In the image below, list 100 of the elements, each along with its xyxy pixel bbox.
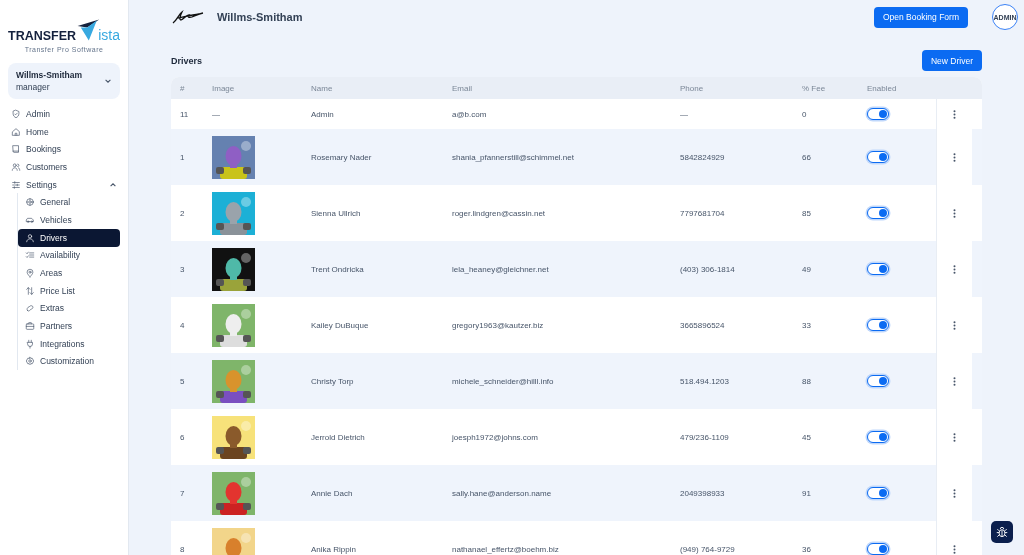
table-cell-text: 49 xyxy=(802,264,812,274)
table-cell-text: 66 xyxy=(802,152,812,162)
map-pin-icon xyxy=(25,268,35,279)
column-header: Image xyxy=(212,83,236,93)
account-switcher[interactable]: Willms-Smitham manager xyxy=(8,63,120,99)
user-icon xyxy=(25,232,35,243)
table-cell: — xyxy=(212,109,220,119)
table-cell-text: Christy Torp xyxy=(311,376,355,386)
nav-item[interactable]: Drivers xyxy=(18,228,120,247)
brand-suffix: ista xyxy=(98,28,120,42)
table-cell-text: 2 xyxy=(179,208,186,218)
table-cell-text: 2049398933 xyxy=(680,488,726,498)
brand-name: TRANSFER xyxy=(8,29,77,42)
column-header: Name xyxy=(311,83,334,93)
toggle-switch[interactable] xyxy=(867,431,889,444)
plug-icon xyxy=(25,338,35,349)
nav-item[interactable]: Vehicles xyxy=(18,211,120,229)
chevron-up-icon xyxy=(109,180,117,189)
new-driver-button[interactable]: New Driver xyxy=(921,50,982,72)
column-header: Phone xyxy=(680,83,705,93)
sliders-icon xyxy=(11,179,21,190)
bug-report-button[interactable] xyxy=(991,521,1013,543)
users-icon xyxy=(11,161,21,172)
table-cell-text: Admin xyxy=(311,109,335,119)
nav-item[interactable]: Integrations xyxy=(18,334,120,353)
table-cell-text: 5 xyxy=(179,376,186,386)
nav-item[interactable]: General xyxy=(18,193,120,212)
table-cell-text: michele_schneider@hilll.info xyxy=(452,376,555,386)
home-icon xyxy=(11,126,21,137)
company-name: Willms-Smitham xyxy=(217,11,304,24)
cog-icon xyxy=(25,356,35,367)
table-cell-text: Sienna Ullrich xyxy=(311,208,362,218)
table-cell-text: 11 xyxy=(179,109,190,119)
table-cell-text: 33 xyxy=(802,320,812,330)
more-icon[interactable] xyxy=(953,432,956,442)
column-header: % Fee xyxy=(802,83,827,93)
shield-icon xyxy=(11,108,21,119)
signature-logo-icon xyxy=(171,9,205,26)
nav-item[interactable]: Partners xyxy=(18,317,120,335)
more-icon[interactable] xyxy=(953,488,956,498)
open-booking-form-button[interactable]: Open Booking Form xyxy=(873,6,968,28)
table-cell-text: (403) 306-1814 xyxy=(680,264,736,274)
more-icon[interactable] xyxy=(953,109,956,119)
table-cell-text: 479/236-1109 xyxy=(680,432,730,442)
more-icon[interactable] xyxy=(953,376,956,386)
column-header: # xyxy=(179,83,186,93)
more-icon[interactable] xyxy=(953,320,956,330)
toggle-switch[interactable] xyxy=(867,263,889,276)
nav-item[interactable]: Areas xyxy=(18,264,120,282)
toggle-switch[interactable] xyxy=(867,207,889,220)
toggle-switch[interactable] xyxy=(867,375,889,388)
more-icon[interactable] xyxy=(953,264,956,274)
nav-item[interactable]: Admin xyxy=(8,105,120,123)
table-cell-text: 7797681704 xyxy=(680,208,726,218)
table-cell-text: — xyxy=(680,109,689,119)
checklist-icon xyxy=(25,250,35,261)
column-header: Email xyxy=(452,83,473,93)
nav-item[interactable]: Home xyxy=(8,122,120,141)
table-cell-text: Rosemary Nader xyxy=(311,152,373,162)
toggle-switch[interactable] xyxy=(867,487,889,500)
table-cell-text: sally.hane@anderson.name xyxy=(452,488,553,498)
table-cell-text: gregory1963@kautzer.biz xyxy=(452,320,545,330)
table-cell-text: a@b.com xyxy=(452,109,488,119)
more-icon[interactable] xyxy=(953,152,956,162)
chevron-down-icon xyxy=(104,77,112,85)
table-cell-text: nathanael_effertz@boehm.biz xyxy=(452,544,560,554)
sort-arrows-icon xyxy=(25,285,35,296)
briefcase-icon xyxy=(25,321,35,332)
table-cell-text: Annie Dach xyxy=(311,488,354,498)
table-cell-text: Kailey DuBuque xyxy=(311,320,370,330)
table-cell-text: 88 xyxy=(802,376,812,386)
nav-item[interactable]: Price List xyxy=(18,281,120,300)
toggle-switch[interactable] xyxy=(867,543,889,555)
table-cell-text: joesph1972@johns.com xyxy=(452,432,539,442)
table-cell-text: 45 xyxy=(802,432,812,442)
table-cell-text: 4 xyxy=(179,320,186,330)
table-cell-text: 0 xyxy=(802,109,808,119)
logo-icon xyxy=(76,18,101,42)
table-cell-text: Anika Rippin xyxy=(311,544,357,554)
nav-item[interactable]: Customers xyxy=(8,158,120,176)
nav-item[interactable]: Customization xyxy=(18,352,120,371)
table-cell-text: (949) 764-9729 xyxy=(680,544,736,554)
nav-item[interactable]: Settings xyxy=(8,175,120,194)
toggle-switch[interactable] xyxy=(867,108,889,121)
toggle-switch[interactable] xyxy=(867,319,889,332)
table-cell-text: 7 xyxy=(179,488,186,498)
nav-item[interactable]: Bookings xyxy=(8,140,120,159)
table-cell-text: 5842824929 xyxy=(680,152,726,162)
more-icon[interactable] xyxy=(953,544,956,554)
more-icon[interactable] xyxy=(953,208,956,218)
table-cell-text: 3 xyxy=(179,264,186,274)
nav-item[interactable]: Extras xyxy=(18,299,120,318)
column-header: Enabled xyxy=(867,83,898,93)
toggle-switch[interactable] xyxy=(867,151,889,164)
table-cell-text: Trent Ondricka xyxy=(311,264,365,274)
table-cell-text: shania_pfannerstill@schimmel.net xyxy=(452,152,575,162)
table-cell-text: 85 xyxy=(802,208,812,218)
table-cell-text: 8 xyxy=(179,544,186,554)
table-cell-text: 6 xyxy=(179,432,186,442)
nav-item[interactable]: Availability xyxy=(18,246,120,265)
